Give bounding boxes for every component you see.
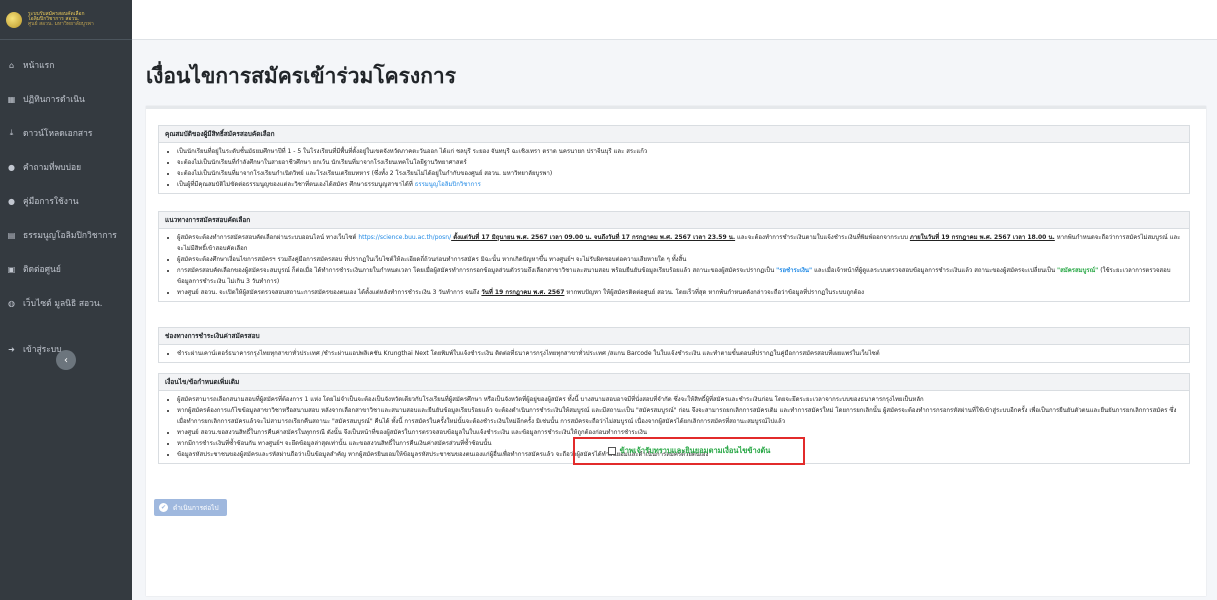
calendar-icon: ▦: [7, 94, 16, 104]
proceed-button[interactable]: ✔ ดำเนินการต่อไป: [154, 499, 227, 516]
proceed-button-label: ดำเนินการต่อไป: [173, 503, 219, 512]
sidebar-item-calendar[interactable]: ▦ ปฏิทินการดำเนิน: [0, 82, 132, 116]
sidebar-item-label: ธรรมนูญโอลิมปิกวิชาการ: [23, 231, 117, 241]
brand-text: ระบบรับสมัครสอบคัดเลือก โอลิมปิกวิชาการ …: [28, 12, 94, 27]
list-item: เป็นผู้ที่มีคุณสมบัติไม่ขัดต่อธรรมนูญของ…: [177, 179, 1181, 190]
section-title: เงื่อนไข/ข้อกำหนดเพิ่มเติม: [159, 374, 1189, 391]
contact-icon: ▣: [7, 264, 16, 274]
help-icon: ●: [8, 196, 15, 206]
chevron-left-icon: ‹: [64, 354, 68, 366]
list-item: หากผู้สมัครต้องการแก้ไขข้อมูลสาขาวิชาหรื…: [177, 405, 1181, 427]
question-icon: ●: [8, 162, 15, 172]
list-item: ผู้สมัครจะต้องทำการสมัครสอบคัดเลือกผ่านร…: [177, 232, 1181, 254]
sidebar-item-contact[interactable]: ▣ ติดต่อศูนย์: [0, 252, 132, 286]
list-item-text: และจะต้องทำการชำระเงินตามใบแจ้งชำระเงินท…: [735, 234, 910, 241]
sidebar-item-label: ดาวน์โหลดเอกสาร: [23, 129, 93, 139]
status-complete: "สมัครสมบูรณ์": [1056, 267, 1099, 274]
globe-icon: ◍: [8, 298, 15, 308]
sidebar: ระบบรับสมัครสอบคัดเลือก โอลิมปิกวิชาการ …: [0, 0, 132, 600]
sidebar-item-label: เว็บไซต์ มูลนิธิ สอวน.: [23, 299, 103, 309]
sidebar-nav: ⌂ หน้าแรก ▦ ปฏิทินการดำเนิน ⤓ ดาวน์โหลดเ…: [0, 40, 132, 366]
list-item-text: หากพบปัญหา ให้ผู้สมัครติดต่อศูนย์ สอวน. …: [564, 289, 865, 296]
consent-checkbox-row[interactable]: ข้าพเจ้ารับทราบและยินยอมตามเงื่อนไขข้างต…: [573, 437, 805, 465]
list-item: ชำระผ่านเคาน์เตอร์ธนาคารกรุงไทยทุกสาขาทั…: [177, 348, 1181, 359]
list-item-text: และเมื่อเจ้าหน้าที่ผู้ดูแลระบบตรวจสอบข้อ…: [812, 267, 1057, 274]
list-item-text: การสมัครสอบคัดเลือกของผู้สมัครจะสมบูรณ์ …: [177, 267, 777, 274]
sidebar-item-website[interactable]: ◍ เว็บไซต์ มูลนิธิ สอวน.: [0, 286, 132, 320]
sidebar-item-label: ปฏิทินการดำเนิน: [23, 95, 85, 105]
charter-link[interactable]: ธรรมนูญโอลิมปิกวิชาการ: [415, 181, 481, 188]
sign-in-icon: ➜: [8, 344, 15, 354]
section-title: ช่องทางการชำระเงินค่าสมัครสอบ: [159, 328, 1189, 345]
conditions-card: คุณสมบัติของผู้มีสิทธิ์สมัครสอบคัดเลือก …: [146, 106, 1206, 596]
section-list: ชำระผ่านเคาน์เตอร์ธนาคารกรุงไทยทุกสาขาทั…: [159, 345, 1189, 362]
section-application-guidelines: แนวทางการสมัครสอบคัดเลือก ผู้สมัครจะต้อง…: [158, 211, 1190, 302]
sidebar-item-faq[interactable]: ● คำถามที่พบบ่อย: [0, 150, 132, 184]
list-item-text: เป็นผู้ที่มีคุณสมบัติไม่ขัดต่อธรรมนูญของ…: [177, 181, 415, 188]
list-item: ผู้สมัครสามารถเลือกสนามสอบที่ผู้สมัครที่…: [177, 394, 1181, 405]
list-item: ผู้สมัครจะต้องศึกษาเงื่อนไขการสมัครฯ รวม…: [177, 254, 1181, 265]
page-title: เงื่อนไขการสมัครเข้าร่วมโครงการ: [146, 64, 456, 88]
payment-deadline: ภายในวันที่ 19 กรกฎาคม พ.ศ. 2567 เวลา 18…: [909, 234, 1055, 241]
sidebar-item-label: คำถามที่พบบ่อย: [23, 163, 82, 173]
section-list: ผู้สมัครจะต้องทำการสมัครสอบคัดเลือกผ่านร…: [159, 229, 1189, 301]
section-qualifications: คุณสมบัติของผู้มีสิทธิ์สมัครสอบคัดเลือก …: [158, 125, 1190, 194]
application-period: ตั้งแต่วันที่ 17 มิถุนายน พ.ศ. 2567 เวลา…: [451, 234, 736, 241]
consent-label: ข้าพเจ้ารับทราบและยินยอมตามเงื่อนไขข้างต…: [619, 446, 771, 455]
list-item: การสมัครสอบคัดเลือกของผู้สมัครจะสมบูรณ์ …: [177, 265, 1181, 287]
section-payment-channels: ช่องทางการชำระเงินค่าสมัครสอบ ชำระผ่านเค…: [158, 327, 1190, 363]
list-item: ทางศูนย์ สอวน. จะเปิดให้ผู้สมัครตรวจสอบส…: [177, 287, 1181, 298]
logo-icon: [6, 11, 22, 28]
consent-checkbox[interactable]: [607, 447, 616, 455]
sidebar-item-label: คู่มือการใช้งาน: [23, 197, 79, 207]
sidebar-item-home[interactable]: ⌂ หน้าแรก: [0, 48, 132, 82]
list-item-text: ผู้สมัครจะต้องทำการสมัครสอบคัดเลือกผ่านร…: [177, 234, 359, 241]
sidebar-item-label: เข้าสู่ระบบ: [23, 345, 62, 355]
check-circle-icon: ✔: [159, 503, 168, 512]
status-pending-payment: "รอชำระเงิน": [776, 267, 813, 274]
home-icon: ⌂: [8, 60, 15, 70]
sidebar-item-download[interactable]: ⤓ ดาวน์โหลดเอกสาร: [0, 116, 132, 150]
list-item: จะต้องไม่เป็นนักเรียนที่มาจากโรงเรียนกำเ…: [177, 168, 1181, 179]
brand[interactable]: ระบบรับสมัครสอบคัดเลือก โอลิมปิกวิชาการ …: [0, 0, 132, 40]
section-list: เป็นนักเรียนที่อยู่ในระดับชั้นมัธยมศึกษา…: [159, 143, 1189, 193]
list-item: จะต้องไม่เป็นนักเรียนที่กำลังศึกษาในสายอ…: [177, 157, 1181, 168]
section-title: แนวทางการสมัครสอบคัดเลือก: [159, 212, 1189, 229]
website-link[interactable]: https://science.buu.ac.th/posn/: [358, 234, 451, 241]
sidebar-item-label: ติดต่อศูนย์: [23, 265, 61, 275]
section-title: คุณสมบัติของผู้มีสิทธิ์สมัครสอบคัดเลือก: [159, 126, 1189, 143]
sidebar-item-manual[interactable]: ● คู่มือการใช้งาน: [0, 184, 132, 218]
download-icon: ⤓: [9, 128, 14, 137]
list-item-text: ทางศูนย์ สอวน. จะเปิดให้ผู้สมัครตรวจสอบส…: [177, 289, 482, 296]
book-icon: ▤: [7, 230, 16, 240]
brand-line-3: ศูนย์ สอวน. มหาวิทยาลัยบูรพา: [28, 21, 94, 27]
top-navbar: [132, 0, 1217, 40]
sidebar-item-label: หน้าแรก: [23, 61, 55, 71]
sidebar-item-charter[interactable]: ▤ ธรรมนูญโอลิมปิกวิชาการ: [0, 218, 132, 252]
status-check-deadline: วันที่ 19 กรกฎาคม พ.ศ. 2567: [481, 289, 565, 296]
list-item: เป็นนักเรียนที่อยู่ในระดับชั้นมัธยมศึกษา…: [177, 146, 1181, 157]
sidebar-collapse-button[interactable]: ‹: [56, 350, 76, 370]
